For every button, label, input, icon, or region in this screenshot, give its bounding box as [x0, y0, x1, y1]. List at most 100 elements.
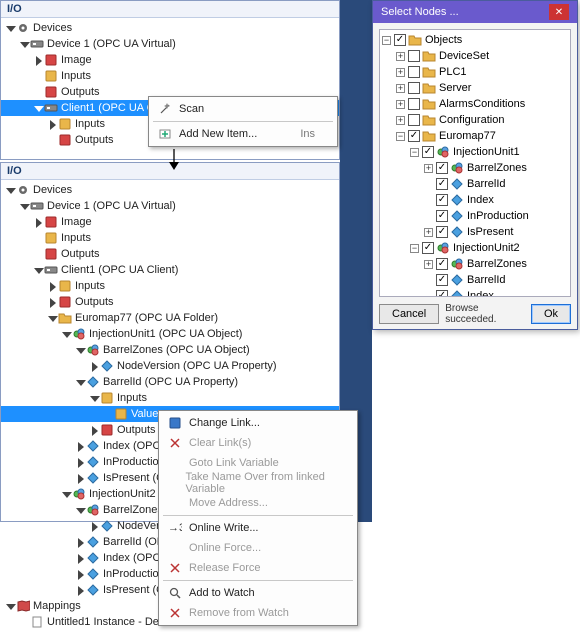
collapse-icon[interactable]: − [410, 148, 419, 157]
node-iu1-barrel[interactable]: BarrelZones (OPC UA Object) [1, 342, 339, 358]
checkbox[interactable] [436, 194, 448, 206]
dlg-node-plc1[interactable]: +PLC1 [382, 64, 568, 80]
node-iu1-inputs[interactable]: Inputs [1, 390, 339, 406]
dlg-node-iu1-index[interactable]: Index [382, 192, 568, 208]
dlg-node-iu2-barrelid[interactable]: BarrelId [382, 272, 568, 288]
expander-icon[interactable] [75, 569, 86, 580]
checkbox[interactable] [422, 146, 434, 158]
expander-icon[interactable] [89, 361, 100, 372]
checkbox[interactable] [408, 82, 420, 94]
expander-icon[interactable] [89, 521, 100, 532]
expander-icon[interactable] [75, 505, 86, 516]
menu-add-new-item[interactable]: Add New Item...Ins [151, 124, 335, 144]
expander-icon[interactable] [75, 441, 86, 452]
node-inputs[interactable]: Inputs [1, 230, 339, 246]
expander-icon[interactable] [5, 185, 16, 196]
checkbox[interactable] [436, 274, 448, 286]
expander-icon[interactable] [19, 39, 30, 50]
expander-icon[interactable] [75, 377, 86, 388]
node-device1[interactable]: Device 1 (OPC UA Virtual) [1, 36, 339, 52]
dlg-node-euromap77[interactable]: −Euromap77 [382, 128, 568, 144]
expander-icon[interactable] [33, 217, 44, 228]
dlg-node-deviceset[interactable]: +DeviceSet [382, 48, 568, 64]
expander-icon[interactable] [75, 457, 86, 468]
expand-icon[interactable]: + [396, 100, 405, 109]
node-devices[interactable]: Devices [1, 182, 339, 198]
expander-icon[interactable] [89, 393, 100, 404]
ok-button[interactable]: Ok [531, 304, 571, 324]
expander-icon[interactable] [61, 329, 72, 340]
checkbox[interactable] [408, 66, 420, 78]
expander-icon[interactable] [19, 201, 30, 212]
dlg-node-iu1-inprod[interactable]: InProduction [382, 208, 568, 224]
node-image[interactable]: Image [1, 52, 339, 68]
node-client1-inputs[interactable]: Inputs [1, 278, 339, 294]
expand-icon[interactable]: + [396, 68, 405, 77]
checkbox[interactable] [408, 98, 420, 110]
checkbox[interactable] [408, 130, 420, 142]
dialog-titlebar[interactable]: Select Nodes ... ✕ [373, 1, 577, 23]
collapse-icon[interactable]: − [396, 132, 405, 141]
expander-icon[interactable] [5, 601, 16, 612]
checkbox[interactable] [394, 34, 406, 46]
menu-change-link[interactable]: Change Link... [161, 413, 355, 433]
node-euromap77[interactable]: Euromap77 (OPC UA Folder) [1, 310, 339, 326]
expander-icon[interactable] [47, 119, 58, 130]
expander-icon[interactable] [33, 265, 44, 276]
expander-icon[interactable] [33, 103, 44, 114]
checkbox[interactable] [436, 290, 448, 297]
checkbox[interactable] [436, 258, 448, 270]
node-devices[interactable]: Devices [1, 20, 339, 36]
dlg-node-config[interactable]: +Configuration [382, 112, 568, 128]
expander-icon[interactable] [5, 23, 16, 34]
collapse-icon[interactable]: − [410, 244, 419, 253]
checkbox[interactable] [436, 162, 448, 174]
dlg-node-iu1-barrel[interactable]: +BarrelZones [382, 160, 568, 176]
expand-icon[interactable]: + [396, 84, 405, 93]
node-image[interactable]: Image [1, 214, 339, 230]
node-iu1[interactable]: InjectionUnit1 (OPC UA Object) [1, 326, 339, 342]
dlg-node-server[interactable]: +Server [382, 80, 568, 96]
node-client1-outputs[interactable]: Outputs [1, 294, 339, 310]
node-device1[interactable]: Device 1 (OPC UA Virtual) [1, 198, 339, 214]
dlg-node-alarms[interactable]: +AlarmsConditions [382, 96, 568, 112]
checkbox[interactable] [408, 114, 420, 126]
close-button[interactable]: ✕ [549, 4, 569, 20]
expander-icon[interactable] [75, 473, 86, 484]
expand-icon[interactable]: + [396, 116, 405, 125]
collapse-icon[interactable]: − [382, 36, 391, 45]
expander-icon[interactable] [75, 345, 86, 356]
node-iu1-barrelid[interactable]: BarrelId (OPC UA Property) [1, 374, 339, 390]
dlg-node-objects[interactable]: −Objects [382, 32, 568, 48]
node-outputs[interactable]: Outputs [1, 246, 339, 262]
expander-icon[interactable] [33, 55, 44, 66]
dlg-node-iu1-ispres[interactable]: +IsPresent [382, 224, 568, 240]
checkbox[interactable] [436, 226, 448, 238]
expander-icon[interactable] [61, 489, 72, 500]
expander-icon[interactable] [75, 585, 86, 596]
expander-icon[interactable] [75, 553, 86, 564]
checkbox[interactable] [422, 242, 434, 254]
checkbox[interactable] [408, 50, 420, 62]
node-client1[interactable]: Client1 (OPC UA Client) [1, 262, 339, 278]
dialog-tree[interactable]: −Objects +DeviceSet +PLC1 +Server +Alarm… [379, 29, 571, 297]
expand-icon[interactable]: + [396, 52, 405, 61]
node-inputs[interactable]: Inputs [1, 68, 339, 84]
expand-icon[interactable]: + [424, 228, 433, 237]
dlg-node-iu2[interactable]: −InjectionUnit2 [382, 240, 568, 256]
expander-icon[interactable] [47, 281, 58, 292]
dlg-node-iu1-barrelid[interactable]: BarrelId [382, 176, 568, 192]
expander-icon[interactable] [47, 313, 58, 324]
cancel-button[interactable]: Cancel [379, 304, 439, 324]
checkbox[interactable] [436, 178, 448, 190]
menu-add-watch[interactable]: Add to Watch [161, 583, 355, 603]
dlg-node-iu2-index[interactable]: Index [382, 288, 568, 297]
expander-icon[interactable] [47, 297, 58, 308]
dlg-node-iu2-barrel[interactable]: +BarrelZones [382, 256, 568, 272]
menu-online-write[interactable]: Online Write... [161, 518, 355, 538]
menu-scan[interactable]: Scan [151, 99, 335, 119]
expand-icon[interactable]: + [424, 164, 433, 173]
dlg-node-iu1[interactable]: −InjectionUnit1 [382, 144, 568, 160]
node-iu1-nodever[interactable]: NodeVersion (OPC UA Property) [1, 358, 339, 374]
expander-icon[interactable] [89, 425, 100, 436]
